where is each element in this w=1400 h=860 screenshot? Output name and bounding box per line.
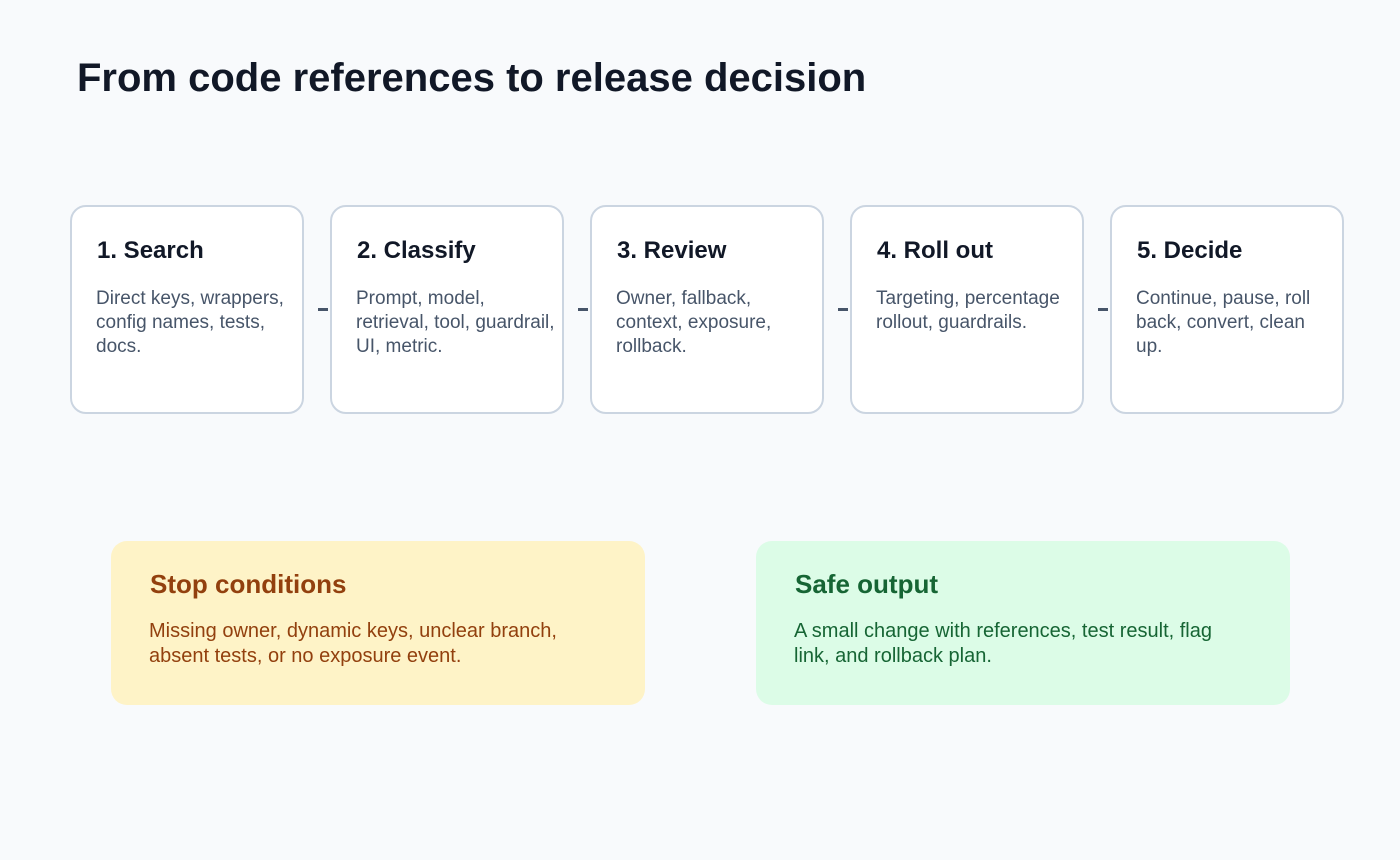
page-title: From code references to release decision	[77, 56, 867, 100]
step-search: 1. Search Direct keys, wrappers, config …	[70, 205, 304, 414]
step-description: Continue, pause, roll back, convert, cle…	[1136, 288, 1311, 357]
step-description: Direct keys, wrappers, config names, tes…	[96, 288, 284, 357]
step-connector	[318, 308, 328, 311]
stop-conditions-title: Stop conditions	[150, 569, 347, 599]
safe-output-description: A small change with references, test res…	[794, 620, 1212, 667]
step-title: 2. Classify	[357, 237, 476, 264]
step-connector	[578, 308, 588, 311]
step-title: 4. Roll out	[877, 237, 993, 264]
step-title: 1. Search	[97, 237, 204, 264]
step-description: Targeting, percentage rollout, guardrail…	[876, 288, 1060, 333]
step-title: 5. Decide	[1137, 237, 1243, 264]
step-connector	[838, 308, 848, 311]
step-description: Owner, fallback, context, exposure, roll…	[616, 288, 772, 357]
stop-conditions-description: Missing owner, dynamic keys, unclear bra…	[149, 620, 557, 667]
step-review: 3. Review Owner, fallback, context, expo…	[590, 205, 824, 414]
step-decide: 5. Decide Continue, pause, roll back, co…	[1110, 205, 1344, 414]
step-classify: 2. Classify Prompt, model, retrieval, to…	[330, 205, 564, 414]
safe-output-card: Safe output A small change with referenc…	[756, 541, 1290, 705]
step-title: 3. Review	[617, 237, 727, 264]
step-description: Prompt, model, retrieval, tool, guardrai…	[356, 288, 555, 357]
step-connector	[1098, 308, 1108, 311]
step-roll-out: 4. Roll out Targeting, percentage rollou…	[850, 205, 1084, 414]
safe-output-title: Safe output	[795, 569, 938, 599]
stop-conditions-card: Stop conditions Missing owner, dynamic k…	[111, 541, 645, 705]
